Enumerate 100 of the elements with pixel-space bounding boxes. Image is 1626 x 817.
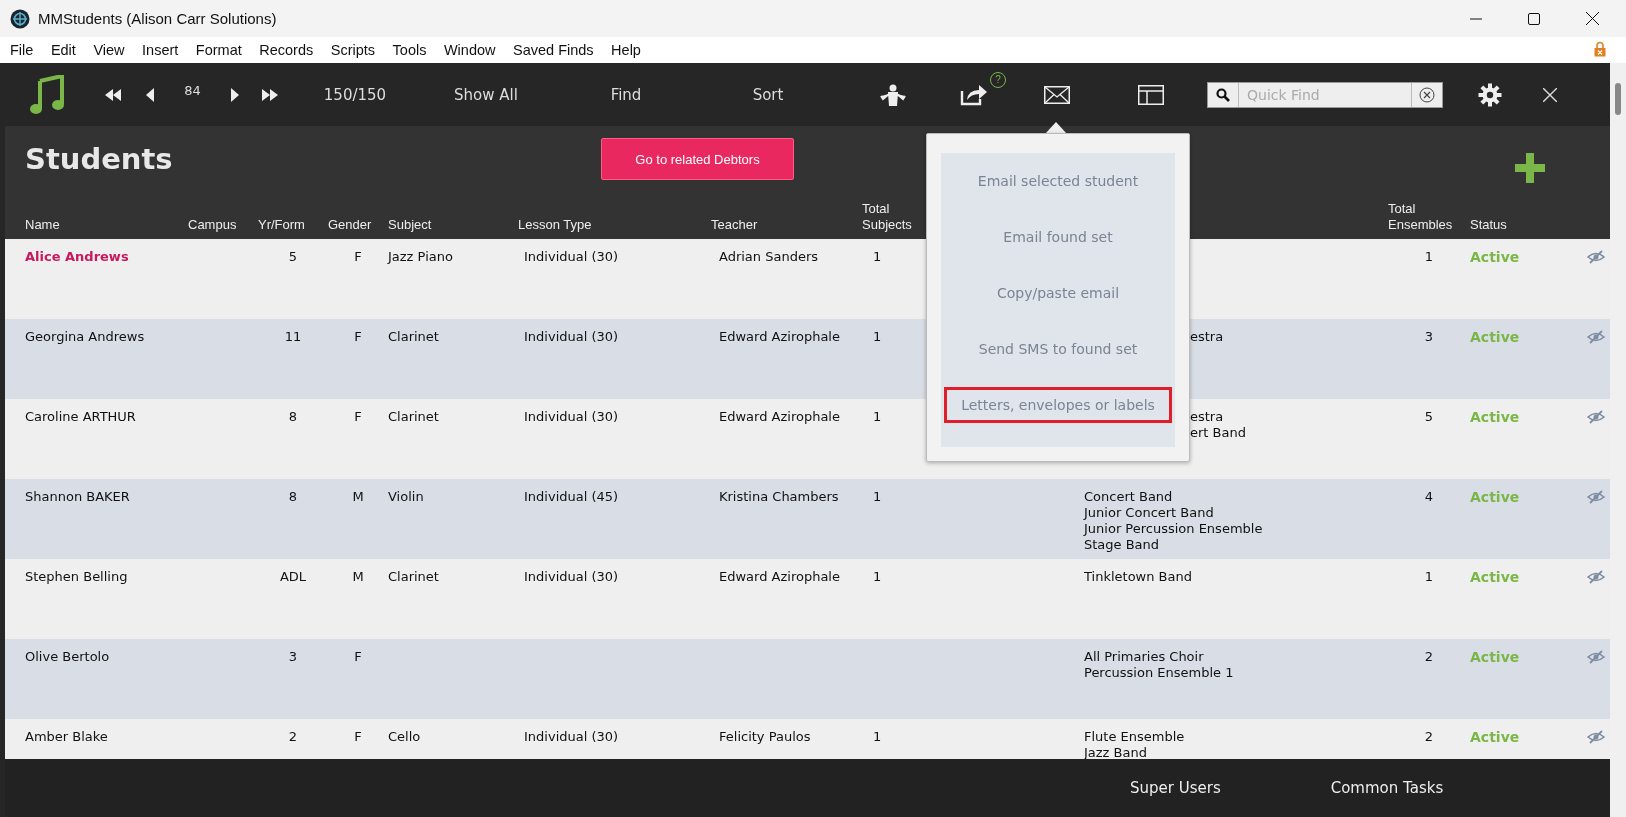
table-cell-text: 5 bbox=[288, 248, 298, 265]
column-header[interactable]: Name bbox=[25, 217, 188, 239]
name-cell[interactable]: Alice Andrews bbox=[25, 239, 129, 265]
music-note-icon[interactable] bbox=[29, 74, 66, 115]
settings-icon[interactable] bbox=[1478, 82, 1502, 107]
ensemble-name: Percussion Ensemble 1 bbox=[1084, 665, 1235, 681]
column-header[interactable]: Yr/Form bbox=[258, 217, 328, 239]
table-cell-text: Adrian Sanders bbox=[718, 248, 819, 265]
envelope-icon[interactable] bbox=[1044, 85, 1070, 104]
status-text: Active bbox=[1470, 248, 1520, 265]
table-cell-text: 11 bbox=[284, 328, 302, 345]
table-cell-text: 3 bbox=[1424, 328, 1434, 345]
table-cell-text: 1 bbox=[872, 488, 882, 505]
table-cell-text: F bbox=[354, 728, 362, 745]
person-icon[interactable] bbox=[880, 83, 906, 106]
ensemble-name: ert Band bbox=[1190, 425, 1247, 441]
table-cell-text: Kristina Chambers bbox=[718, 488, 839, 505]
layout-icon[interactable] bbox=[1138, 84, 1164, 105]
close-icon[interactable] bbox=[1585, 12, 1599, 25]
column-header[interactable]: Campus bbox=[188, 217, 258, 239]
table-cell-text: Felicity Paulos bbox=[718, 728, 811, 745]
table-cell-text: Edward Azirophale bbox=[718, 328, 840, 345]
table-cell-text: F bbox=[354, 248, 362, 265]
status-text: Active bbox=[1470, 728, 1520, 745]
menu-item[interactable]: Insert bbox=[142, 42, 179, 58]
ensemble-name: Concert Band bbox=[1084, 489, 1174, 505]
ensemble-name: Tinkletown Band bbox=[1084, 569, 1193, 585]
maximize-icon[interactable] bbox=[1528, 12, 1540, 25]
footer-button[interactable]: Super Users bbox=[1130, 779, 1221, 797]
menu-item[interactable]: Tools bbox=[392, 42, 427, 58]
table-cell-text: 4 bbox=[1424, 488, 1434, 505]
table-cell-text: 8 bbox=[288, 488, 298, 505]
table-cell-text: 2 bbox=[288, 728, 298, 745]
menu-item[interactable]: Saved Finds bbox=[513, 42, 594, 58]
quick-find-bar[interactable]: Quick Find bbox=[1207, 81, 1443, 108]
menu-item[interactable]: View bbox=[93, 42, 125, 58]
table-cell-text: Violin bbox=[388, 488, 424, 505]
table-cell-text: Jazz Piano bbox=[388, 248, 453, 265]
menu-item[interactable]: File bbox=[10, 42, 34, 58]
menu-item[interactable]: Scripts bbox=[330, 42, 376, 58]
table-cell-text: Clarinet bbox=[388, 568, 439, 585]
hidden-eye-icon[interactable] bbox=[1586, 329, 1606, 345]
lock-icon[interactable] bbox=[1594, 41, 1606, 57]
table-cell-text: 1 bbox=[872, 408, 882, 425]
table-cell-text: 1 bbox=[1424, 568, 1434, 585]
name-cell[interactable]: Shannon BAKER bbox=[25, 479, 130, 505]
minimize-icon[interactable] bbox=[1470, 17, 1482, 20]
table-cell-text: F bbox=[354, 408, 362, 425]
next-record-icon[interactable] bbox=[231, 87, 239, 102]
search-icon[interactable] bbox=[1216, 87, 1230, 102]
status-text: Active bbox=[1470, 408, 1520, 425]
table-cell-text: 5 bbox=[1424, 408, 1434, 425]
related-debtors-button[interactable]: Go to related Debtors bbox=[601, 138, 794, 180]
table-cell-text: 8 bbox=[288, 408, 298, 425]
column-header[interactable]: Teacher bbox=[711, 217, 862, 239]
toolbar-button[interactable]: Sort bbox=[752, 85, 784, 104]
hidden-eye-icon[interactable] bbox=[1586, 729, 1606, 745]
ensemble-name: Jazz Band bbox=[1084, 745, 1148, 759]
record-number[interactable]: 84 bbox=[184, 83, 201, 98]
name-cell[interactable]: Amber Blake bbox=[25, 719, 108, 745]
table-cell-text: Individual (30) bbox=[523, 568, 619, 585]
table-cell-text: Clarinet bbox=[388, 408, 439, 425]
table-cell-text: F bbox=[354, 328, 362, 345]
hidden-eye-icon[interactable] bbox=[1586, 569, 1606, 585]
ensemble-name: estra bbox=[1190, 329, 1225, 345]
toolbar-button[interactable]: Find bbox=[610, 85, 642, 104]
column-header[interactable]: Gender bbox=[328, 217, 388, 239]
menu-item[interactable]: Window bbox=[443, 42, 496, 58]
table-cell-text: 3 bbox=[288, 648, 298, 665]
menu-item[interactable]: Records bbox=[259, 42, 314, 58]
column-header[interactable]: Total Ensembles bbox=[1388, 201, 1450, 239]
first-record-icon[interactable] bbox=[104, 88, 121, 101]
toolbar-button[interactable]: Show All bbox=[454, 85, 518, 104]
menu-item[interactable]: Help bbox=[611, 42, 641, 58]
column-header[interactable]: Status bbox=[1470, 217, 1570, 239]
menu-item[interactable]: Format bbox=[195, 42, 242, 58]
previous-record-icon[interactable] bbox=[146, 87, 154, 102]
name-cell[interactable]: Georgina Andrews bbox=[25, 319, 145, 345]
name-cell[interactable]: Stephen Belling bbox=[25, 559, 128, 585]
table-cell-text: Edward Azirophale bbox=[718, 568, 840, 585]
status-text: Active bbox=[1470, 328, 1520, 345]
footer-button[interactable]: Common Tasks bbox=[1330, 779, 1444, 797]
menu-item[interactable]: Edit bbox=[50, 42, 76, 58]
hidden-eye-icon[interactable] bbox=[1586, 489, 1606, 505]
column-header[interactable]: Subject bbox=[388, 217, 518, 239]
column-header[interactable]: Total Subjects bbox=[862, 201, 924, 239]
clear-icon[interactable] bbox=[1419, 86, 1435, 103]
hidden-eye-icon[interactable] bbox=[1586, 409, 1606, 425]
name-cell[interactable]: Caroline ARTHUR bbox=[25, 399, 136, 425]
add-icon[interactable] bbox=[1515, 153, 1545, 183]
app-icon bbox=[10, 8, 30, 29]
ensemble-name: Stage Band bbox=[1084, 537, 1161, 553]
column-header[interactable]: Lesson Type bbox=[518, 217, 711, 239]
name-cell[interactable]: Olive Bertolo bbox=[25, 639, 110, 665]
table-cell-text: Individual (30) bbox=[523, 248, 619, 265]
hidden-eye-icon[interactable] bbox=[1586, 649, 1606, 665]
last-record-icon[interactable] bbox=[262, 88, 278, 101]
status-text: Active bbox=[1470, 648, 1520, 665]
hidden-eye-icon[interactable] bbox=[1586, 249, 1606, 265]
ensemble-name: estra bbox=[1190, 409, 1225, 425]
